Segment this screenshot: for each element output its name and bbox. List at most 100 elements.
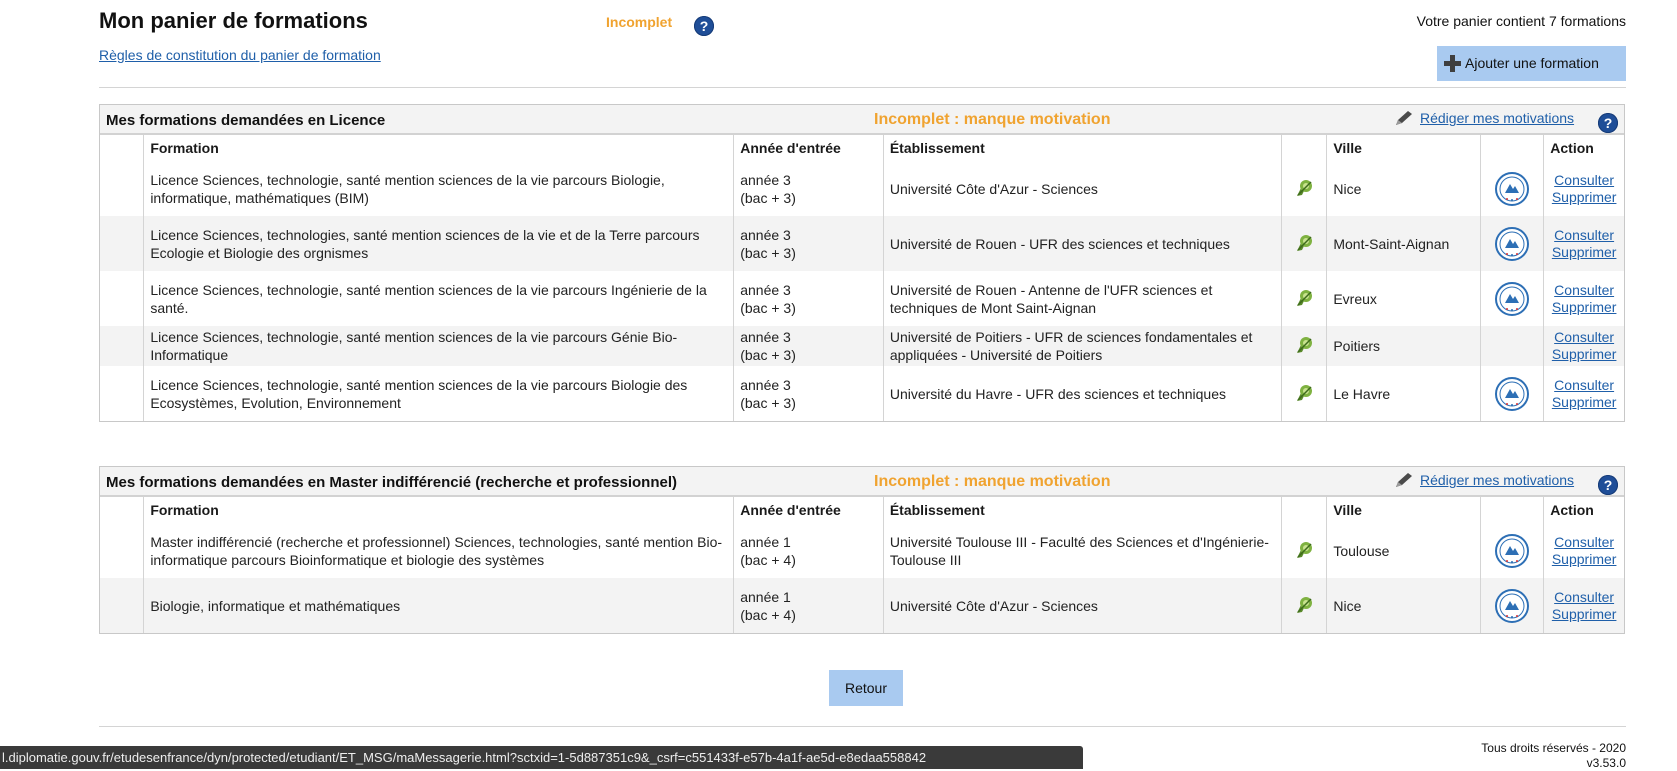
table-row: Licence Sciences, technologie, santé men… [100, 326, 1624, 366]
location-cell[interactable] [1281, 216, 1327, 271]
consulter-link[interactable]: Consulter [1550, 589, 1618, 606]
supprimer-link[interactable]: Supprimer [1550, 346, 1618, 363]
master-section-title: Mes formations demandées en Master indif… [106, 474, 677, 491]
ville-cell: Poitiers [1326, 326, 1481, 366]
basket-status: Incomplet [606, 14, 673, 30]
etablissement-cell: Université du Havre - UFR des sciences e… [882, 366, 1282, 421]
header-blank [100, 135, 144, 161]
etablissement-cell: Université de Rouen - UFR des sciences e… [882, 216, 1282, 271]
location-cell[interactable] [1281, 271, 1327, 326]
supprimer-link[interactable]: Supprimer [1550, 189, 1618, 206]
location-pin-icon [1297, 289, 1313, 306]
licence-section-header: Mes formations demandées en Licence Inco… [100, 105, 1624, 135]
annee-cell: année 3 (bac + 3) [733, 161, 884, 216]
header-location [1281, 135, 1327, 161]
consulter-link[interactable]: Consulter [1550, 377, 1618, 394]
row-blank [100, 523, 144, 578]
action-cell: Consulter Supprimer [1543, 578, 1624, 633]
supprimer-link[interactable]: Supprimer [1550, 394, 1618, 411]
annee-text: année 3 [740, 226, 791, 243]
bac-text: (bac + 4) [740, 606, 796, 623]
location-cell[interactable] [1281, 161, 1327, 216]
header-annee: Année d'entrée [733, 135, 884, 161]
location-pin-icon [1297, 384, 1313, 401]
header-formation: Formation [143, 135, 734, 161]
ville-cell: Nice [1326, 161, 1481, 216]
footer-copyright: Tous droits réservés - 2020 v3.53.0 [1481, 741, 1626, 771]
badge-cell [1480, 578, 1544, 633]
bienvenue-badge-icon [1495, 533, 1530, 568]
etablissement-cell: Université de Poitiers - UFR de sciences… [882, 326, 1282, 366]
annee-text: année 3 [740, 171, 791, 188]
header-etablissement: Établissement [882, 497, 1282, 523]
location-cell[interactable] [1281, 326, 1327, 366]
master-table: Formation Année d'entrée Établissement V… [100, 497, 1624, 633]
consulter-link[interactable]: Consulter [1550, 172, 1618, 189]
master-motivation-link[interactable]: Rédiger mes motivations [1420, 472, 1574, 488]
master-status: Incomplet : manque motivation [874, 473, 1111, 490]
add-formation-button[interactable]: Ajouter une formation [1437, 46, 1626, 81]
supprimer-link[interactable]: Supprimer [1550, 551, 1618, 568]
header-badge [1480, 497, 1544, 523]
location-pin-icon [1297, 596, 1313, 613]
badge-cell [1480, 161, 1544, 216]
ville-cell: Mont-Saint-Aignan [1326, 216, 1481, 271]
header-ville: Ville [1326, 497, 1481, 523]
rules-link[interactable]: Règles de constitution du panier de form… [99, 47, 381, 63]
header-annee: Année d'entrée [733, 497, 884, 523]
badge-cell [1480, 523, 1544, 578]
row-blank [100, 271, 144, 326]
annee-text: année 3 [740, 329, 791, 345]
retour-button[interactable]: Retour [829, 670, 903, 706]
master-table-body: Master indifférencié (recherche et profe… [100, 523, 1624, 633]
ville-cell: Le Havre [1326, 366, 1481, 421]
formation-cell: Licence Sciences, technologie, santé men… [143, 161, 734, 216]
location-cell[interactable] [1281, 523, 1327, 578]
row-blank [100, 366, 144, 421]
badge-cell [1480, 326, 1544, 366]
annee-text: année 3 [740, 281, 791, 298]
supprimer-link[interactable]: Supprimer [1550, 606, 1618, 623]
add-formation-label: Ajouter une formation [1465, 55, 1599, 71]
annee-text: année 1 [740, 588, 791, 605]
annee-cell: année 3 (bac + 3) [733, 216, 884, 271]
licence-table-body: Licence Sciences, technologie, santé men… [100, 161, 1624, 421]
bienvenue-badge-icon [1495, 376, 1530, 411]
basket-count: Votre panier contient 7 formations [1416, 13, 1626, 29]
formation-cell: Licence Sciences, technologies, santé me… [143, 216, 734, 271]
help-icon[interactable]: ? [1598, 113, 1618, 133]
header-location [1281, 497, 1327, 523]
action-cell: Consulter Supprimer [1543, 271, 1624, 326]
annee-cell: année 3 (bac + 3) [733, 366, 884, 421]
table-row: Licence Sciences, technologies, santé me… [100, 216, 1624, 271]
supprimer-link[interactable]: Supprimer [1550, 244, 1618, 261]
licence-table: Formation Année d'entrée Établissement V… [100, 135, 1624, 421]
consulter-link[interactable]: Consulter [1550, 329, 1618, 346]
pencil-icon [1396, 473, 1412, 487]
formation-cell: Master indifférencié (recherche et profe… [143, 523, 734, 578]
header-action: Action [1543, 135, 1624, 161]
licence-motivation-link[interactable]: Rédiger mes motivations [1420, 110, 1574, 126]
help-icon[interactable]: ? [1598, 475, 1618, 495]
supprimer-link[interactable]: Supprimer [1550, 299, 1618, 316]
location-cell[interactable] [1281, 578, 1327, 633]
master-section: Mes formations demandées en Master indif… [99, 466, 1625, 634]
location-cell[interactable] [1281, 366, 1327, 421]
action-cell: Consulter Supprimer [1543, 216, 1624, 271]
annee-text: année 1 [740, 533, 791, 550]
consulter-link[interactable]: Consulter [1550, 227, 1618, 244]
etablissement-cell: Université de Rouen - Antenne de l'UFR s… [882, 271, 1282, 326]
help-icon[interactable]: ? [694, 16, 714, 36]
etablissement-cell: Université Côte d'Azur - Sciences [882, 161, 1282, 216]
table-row: Licence Sciences, technologie, santé men… [100, 161, 1624, 216]
consulter-link[interactable]: Consulter [1550, 534, 1618, 551]
table-row: Licence Sciences, technologie, santé men… [100, 366, 1624, 421]
annee-cell: année 1 (bac + 4) [733, 523, 884, 578]
bac-text: (bac + 3) [740, 347, 796, 363]
consulter-link[interactable]: Consulter [1550, 282, 1618, 299]
licence-section-title: Mes formations demandées en Licence [106, 112, 386, 129]
pencil-icon [1396, 111, 1412, 125]
row-blank [100, 326, 144, 366]
page: Mon panier de formations Incomplet ? Règ… [99, 0, 1626, 770]
formation-cell: Licence Sciences, technologie, santé men… [143, 326, 734, 366]
